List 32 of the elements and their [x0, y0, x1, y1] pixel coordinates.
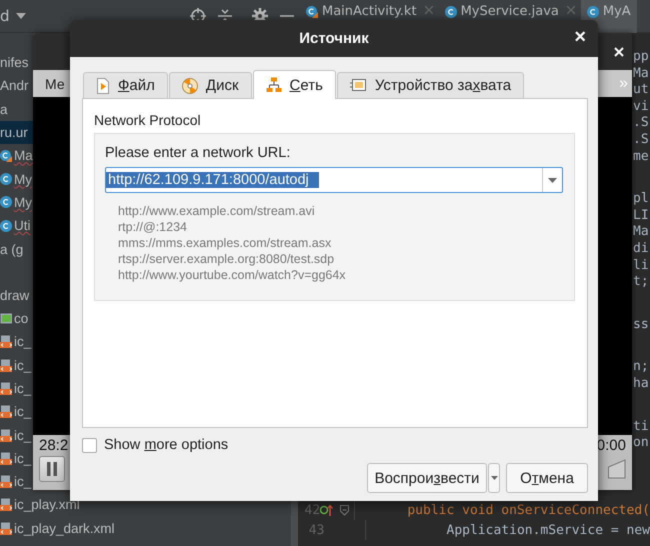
dialog-title: Источник — [299, 30, 369, 47]
field-label: Please enter a network URL: — [105, 145, 292, 161]
code-line: ti — [633, 418, 650, 436]
code-line: .S — [633, 115, 650, 132]
code-line: Application.mService = new — [446, 522, 650, 538]
code-line: on — [633, 435, 650, 452]
code-line: ha — [633, 376, 650, 392]
total-time: 0:00 — [596, 437, 626, 454]
section-title: Network Protocol — [94, 112, 202, 128]
example-url: http://www.example.com/stream.avi — [118, 203, 316, 219]
example-url: http://www.yourtube.com/watch?v=gg64x — [118, 267, 347, 283]
example-url: mms://mms.examples.com/stream.asx — [118, 235, 332, 251]
line-number: 42 — [304, 502, 320, 518]
code-line: di — [633, 240, 650, 258]
elapsed-time: 28:2 — [39, 437, 68, 454]
code-line: vi — [633, 98, 650, 116]
code-line: n; — [633, 359, 650, 376]
example-url: rtsp://server.example.org:8080/test.sdp — [118, 251, 336, 267]
code-line: Ma — [633, 66, 650, 82]
code-line: public void onServiceConnected( — [407, 502, 650, 518]
code-line: ss — [633, 316, 650, 334]
code-line: me — [633, 148, 650, 166]
code-line: pl — [633, 191, 650, 208]
code-line: t; — [633, 274, 650, 291]
line-number: 43 — [308, 522, 324, 538]
code-line: LI — [633, 208, 650, 224]
code-line: pp — [633, 49, 650, 66]
code-line: .S — [633, 132, 650, 149]
code-line: ut — [633, 82, 650, 99]
code-line: Ma — [633, 224, 650, 241]
code-line: li — [633, 258, 650, 274]
example-url: rtp://@:1234 — [118, 219, 188, 235]
